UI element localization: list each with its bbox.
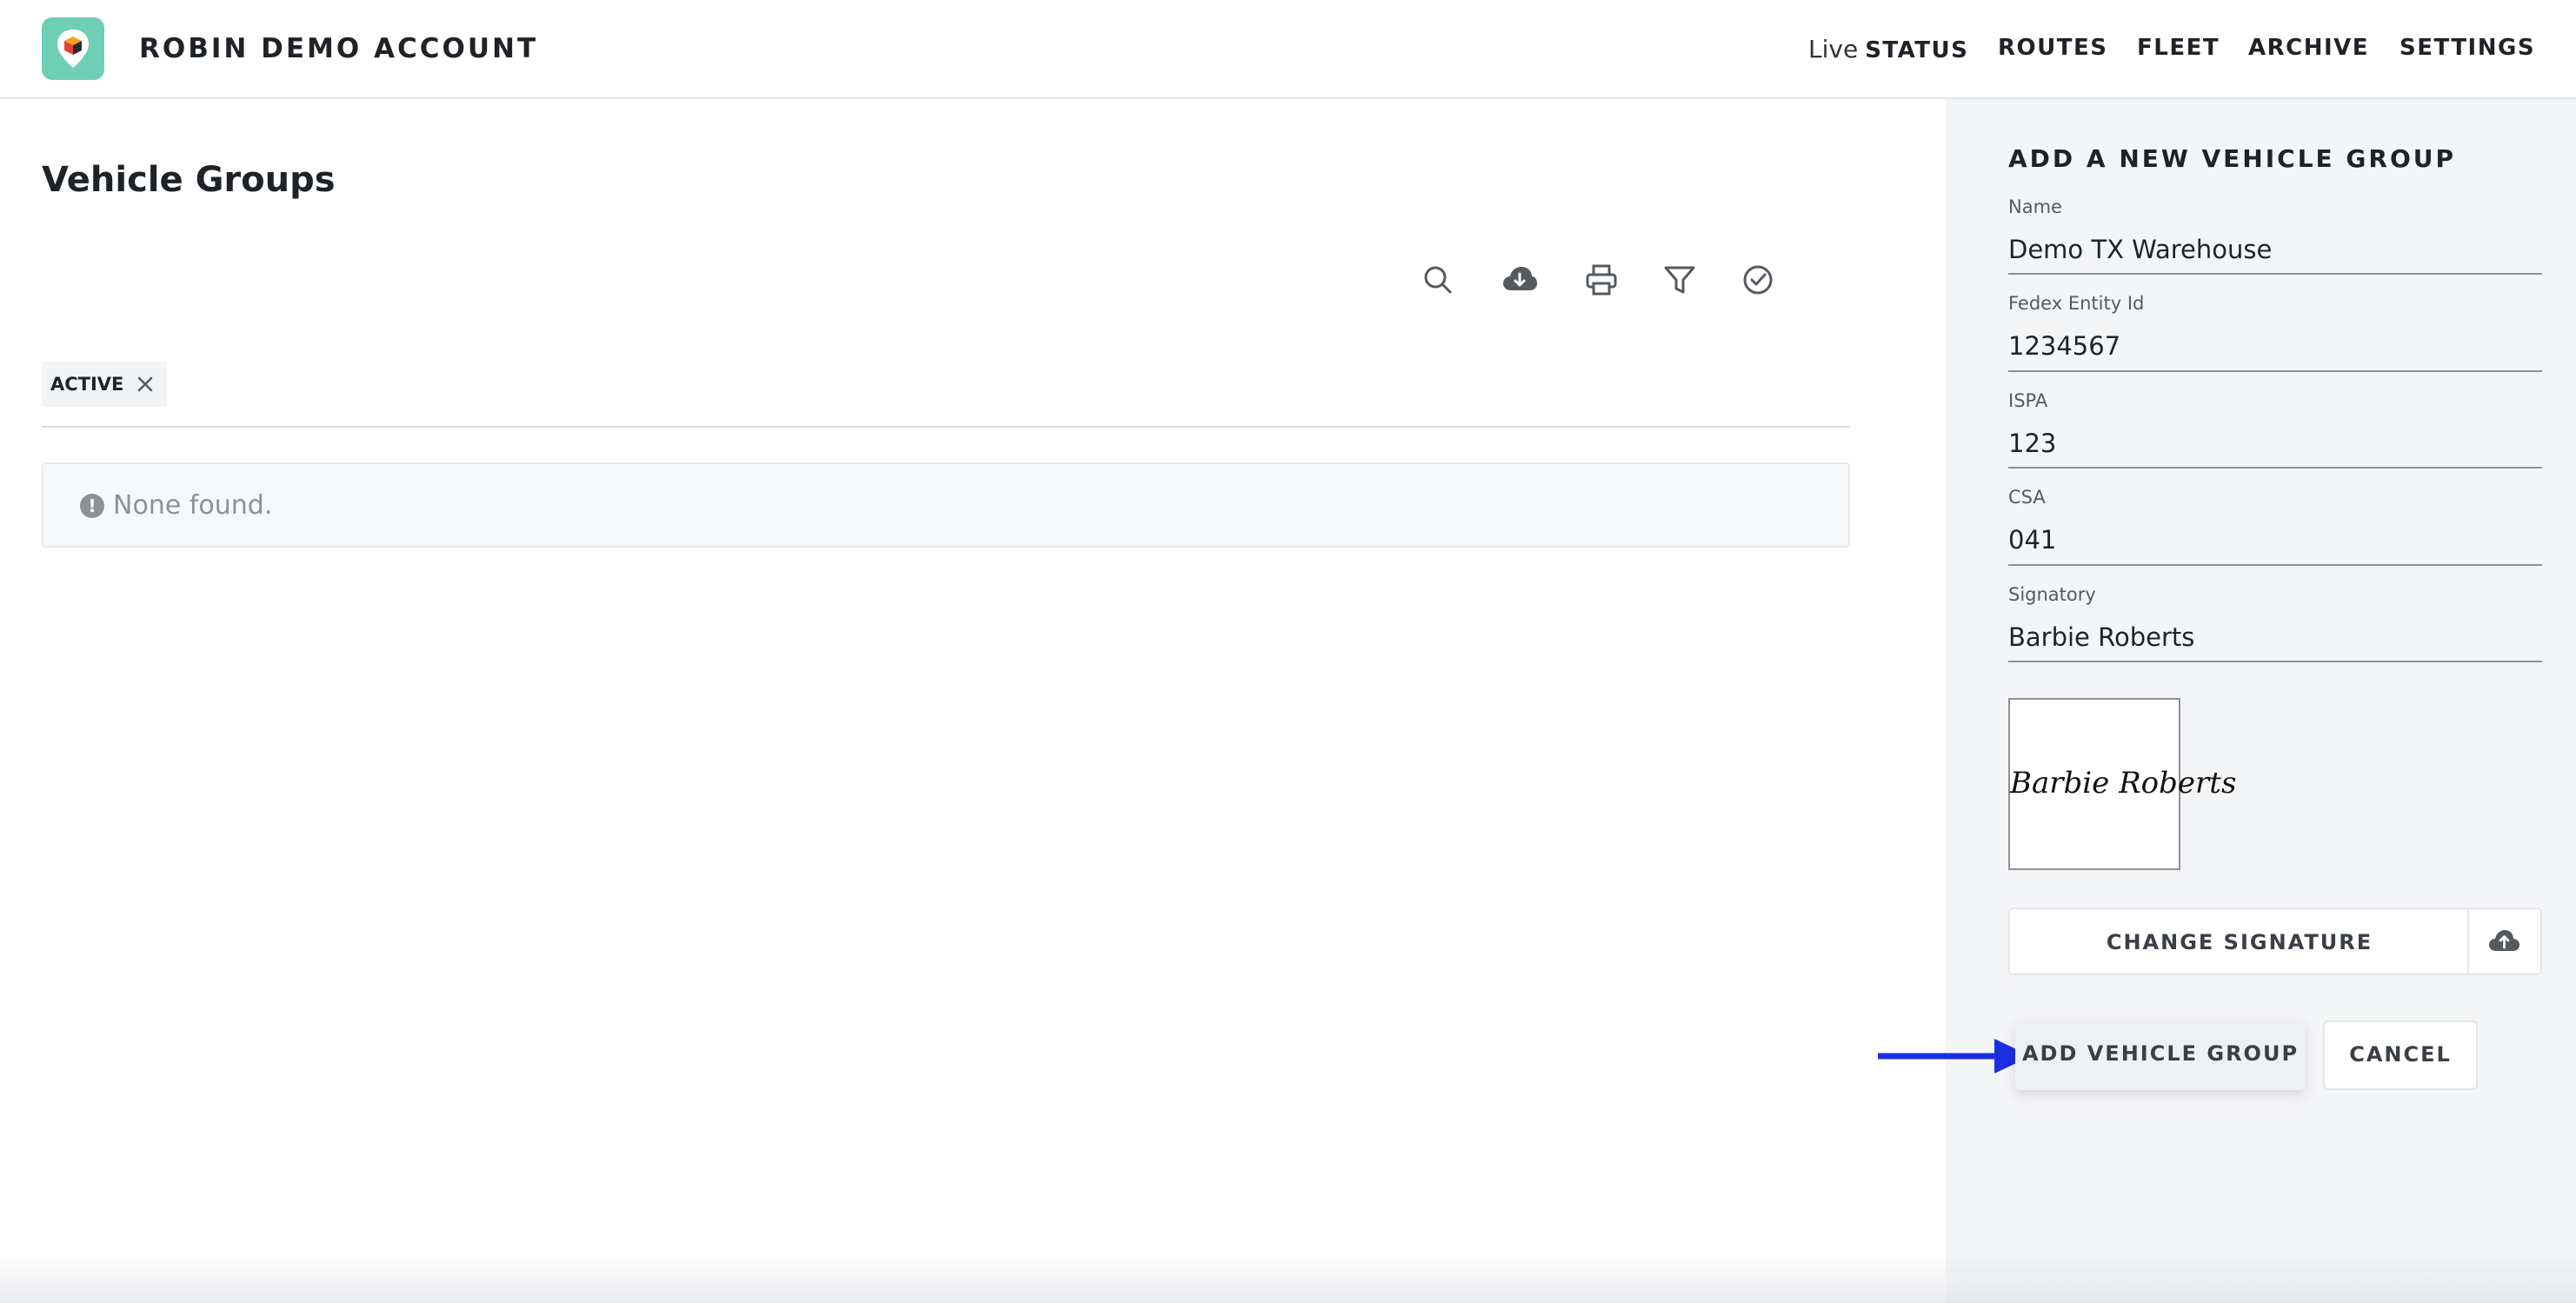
filter-chip-label: ACTIVE xyxy=(50,374,124,395)
robin-logo-icon[interactable] xyxy=(42,17,104,80)
nav-live-status[interactable]: Live STATUS xyxy=(1808,35,1968,63)
change-signature-label: CHANGE SIGNATURE xyxy=(2106,930,2373,954)
fedex-entity-id-underline xyxy=(2008,370,2542,372)
fedex-entity-id-label: Fedex Entity Id xyxy=(2008,293,2145,314)
top-header: ROBIN DEMO ACCOUNT Live STATUS ROUTES FLE… xyxy=(0,0,2576,99)
csa-underline xyxy=(2008,564,2542,566)
signature-image: Barbie Roberts xyxy=(2010,766,2237,801)
cancel-label: CANCEL xyxy=(2349,1042,2452,1067)
print-icon[interactable] xyxy=(1582,261,1621,299)
arrow-pointer-icon xyxy=(1878,1039,2031,1074)
divider xyxy=(42,426,1850,428)
cancel-button[interactable]: CANCEL xyxy=(2323,1020,2478,1090)
nav-settings[interactable]: SETTINGS xyxy=(2400,35,2535,61)
empty-state: ! None found. xyxy=(42,462,1850,548)
nav-archive[interactable]: ARCHIVE xyxy=(2248,35,2369,61)
bottom-shadow xyxy=(0,1252,2576,1303)
filter-icon[interactable] xyxy=(1661,261,1699,299)
cloud-download-icon[interactable] xyxy=(1501,261,1539,299)
nav-settings-label: SETTINGS xyxy=(2400,35,2536,61)
nav-status-label: STATUS xyxy=(1865,37,1969,63)
add-vehicle-group-label: ADD VEHICLE GROUP xyxy=(2021,1041,2300,1066)
csa-field[interactable]: 041 xyxy=(2008,525,2056,555)
signatory-field[interactable]: Barbie Roberts xyxy=(2008,622,2194,652)
signatory-underline xyxy=(2008,661,2542,662)
nav-live-prefix: Live xyxy=(1808,35,1859,63)
panel-title: ADD A NEW VEHICLE GROUP xyxy=(2008,144,2457,173)
nav-routes[interactable]: ROUTES xyxy=(1998,35,2107,61)
add-vehicle-group-button[interactable]: ADD VEHICLE GROUP xyxy=(2015,1020,2306,1090)
signature-preview: Barbie Roberts xyxy=(2008,698,2237,870)
check-circle-icon[interactable] xyxy=(1739,261,1777,299)
ispa-label: ISPA xyxy=(2008,390,2048,411)
nav-fleet-label: FLEET xyxy=(2137,35,2220,61)
ispa-underline xyxy=(2008,467,2542,469)
name-field-underline xyxy=(2008,273,2542,275)
change-signature-button[interactable]: CHANGE SIGNATURE xyxy=(2008,907,2542,975)
page-title: Vehicle Groups xyxy=(42,160,336,200)
name-label: Name xyxy=(2008,196,2062,217)
csa-label: CSA xyxy=(2008,487,2046,508)
fedex-entity-id-field[interactable]: 1234567 xyxy=(2008,331,2120,361)
account-name: ROBIN DEMO ACCOUNT xyxy=(139,33,539,64)
name-field[interactable]: Demo TX Warehouse xyxy=(2008,235,2272,264)
cloud-upload-icon[interactable] xyxy=(2486,925,2523,958)
nav-routes-label: ROUTES xyxy=(1998,35,2108,61)
signatory-label: Signatory xyxy=(2008,584,2096,605)
filter-chip-active[interactable]: ACTIVE xyxy=(42,362,168,407)
empty-message: None found. xyxy=(113,490,273,521)
close-icon[interactable] xyxy=(136,375,155,394)
ispa-field[interactable]: 123 xyxy=(2008,429,2056,458)
nav-archive-label: ARCHIVE xyxy=(2248,35,2370,61)
search-icon[interactable] xyxy=(1419,261,1457,299)
button-divider xyxy=(2467,909,2469,974)
nav-fleet[interactable]: FLEET xyxy=(2137,35,2220,61)
alert-icon: ! xyxy=(80,494,104,518)
